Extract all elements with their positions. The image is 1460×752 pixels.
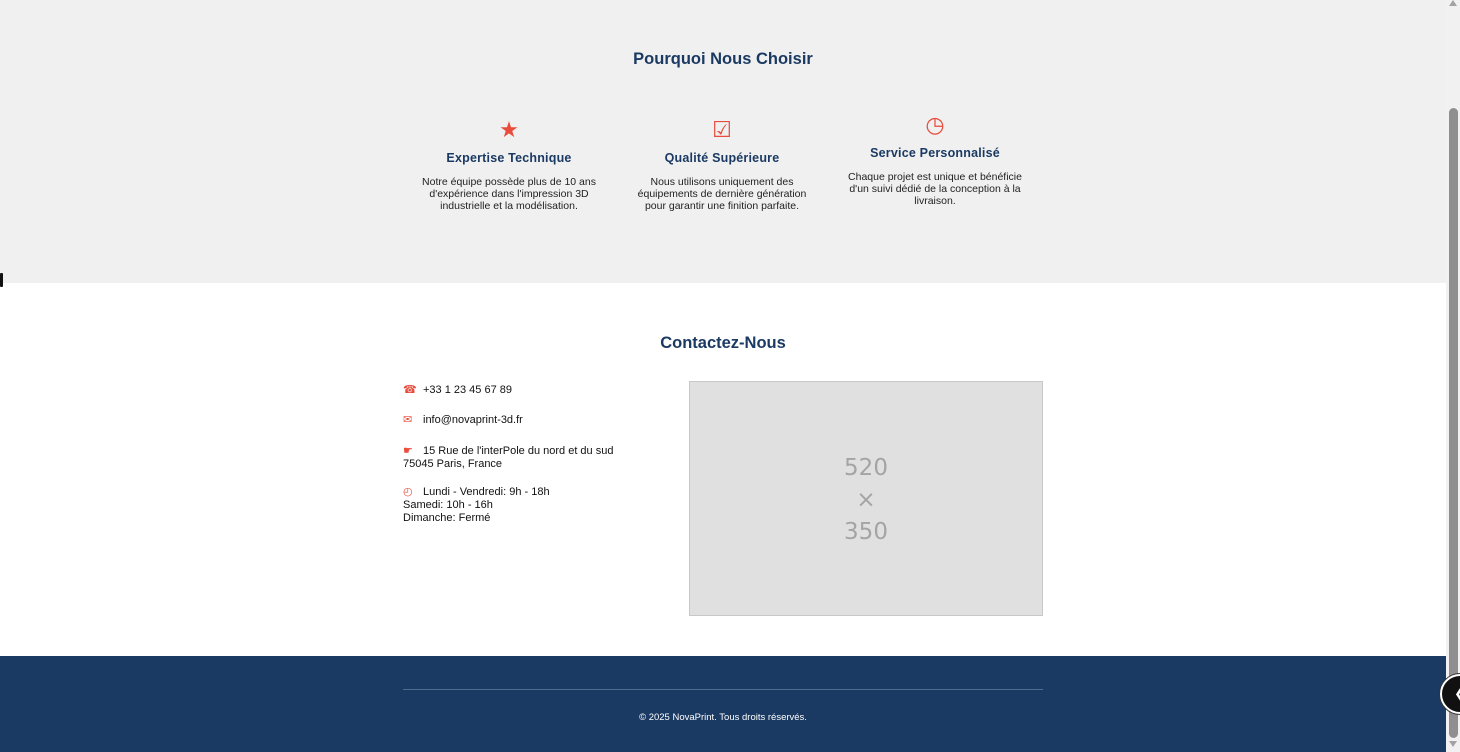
feature-expertise: ★ Expertise Technique Notre équipe possè… bbox=[417, 117, 601, 212]
feature-quality: ☑ Qualité Supérieure Nous utilisons uniq… bbox=[630, 117, 814, 212]
phone-icon: ☎ bbox=[403, 384, 417, 396]
scroll-up-arrow-icon[interactable] bbox=[1449, 0, 1457, 6]
contact-address: ☛ 15 Rue de l'interPole du nord et du sud… bbox=[403, 445, 613, 471]
placeholder-dimensions: 520 × 350 bbox=[690, 452, 1042, 548]
footer: © 2025 NovaPrint. Tous droits réservés. bbox=[0, 656, 1446, 752]
location-pointer-icon: ☛ bbox=[403, 445, 413, 457]
widget-icon: ❮ bbox=[1454, 685, 1460, 702]
why-choose-us-section: Pourquoi Nous Choisir ★ Expertise Techni… bbox=[0, 0, 1446, 283]
page: Pourquoi Nous Choisir ★ Expertise Techni… bbox=[0, 0, 1446, 752]
clock-icon: ◷ bbox=[925, 112, 945, 137]
placeholder-height: 350 bbox=[844, 519, 888, 545]
phone-number[interactable]: +33 1 23 45 67 89 bbox=[423, 384, 512, 396]
vertical-scrollbar[interactable] bbox=[1446, 0, 1460, 752]
contact-title: Contactez-Nous bbox=[660, 334, 786, 352]
footer-copyright: © 2025 NovaPrint. Tous droits réservés. bbox=[639, 712, 807, 723]
email-address[interactable]: info@novaprint-3d.fr bbox=[423, 414, 523, 426]
hours-sunday: Dimanche: Fermé bbox=[403, 512, 491, 524]
feature-description: Notre équipe possède plus de 10 ans d'ex… bbox=[422, 176, 596, 212]
feature-description: Nous utilisons uniquement des équipement… bbox=[637, 176, 807, 212]
address-line-1: 15 Rue de l'interPole du nord et du sud bbox=[423, 445, 614, 457]
clock-icon: ◴ bbox=[403, 486, 413, 498]
feature-description: Chaque projet est unique et bénéficie d'… bbox=[848, 171, 1022, 207]
map-placeholder-image: 520 × 350 bbox=[689, 381, 1043, 616]
address-line-2: 75045 Paris, France bbox=[403, 458, 503, 470]
why-choose-us-title: Pourquoi Nous Choisir bbox=[633, 50, 813, 68]
placeholder-width: 520 bbox=[844, 455, 888, 481]
edge-marker bbox=[0, 273, 3, 287]
feature-title: Expertise Technique bbox=[446, 151, 572, 165]
footer-divider bbox=[403, 689, 1043, 690]
contact-email: ✉ info@novaprint-3d.fr bbox=[403, 414, 523, 427]
contact-hours: ◴ Lundi - Vendredi: 9h - 18h Samedi: 10h … bbox=[403, 486, 550, 525]
checkbox-icon: ☑ bbox=[712, 117, 732, 142]
mail-icon: ✉ bbox=[403, 414, 413, 426]
hours-weekdays: Lundi - Vendredi: 9h - 18h bbox=[423, 486, 550, 498]
star-icon: ★ bbox=[499, 117, 519, 142]
feature-personalized-service: ◷ Service Personnalisé Chaque projet est… bbox=[843, 112, 1027, 207]
contact-phone: ☎ +33 1 23 45 67 89 bbox=[403, 384, 512, 397]
scrollbar-thumb[interactable] bbox=[1449, 108, 1458, 738]
scroll-down-arrow-icon[interactable] bbox=[1449, 741, 1457, 747]
hours-saturday: Samedi: 10h - 16h bbox=[403, 499, 493, 511]
placeholder-times: × bbox=[856, 487, 876, 513]
feature-title: Service Personnalisé bbox=[870, 146, 1000, 160]
feature-title: Qualité Supérieure bbox=[664, 151, 780, 165]
